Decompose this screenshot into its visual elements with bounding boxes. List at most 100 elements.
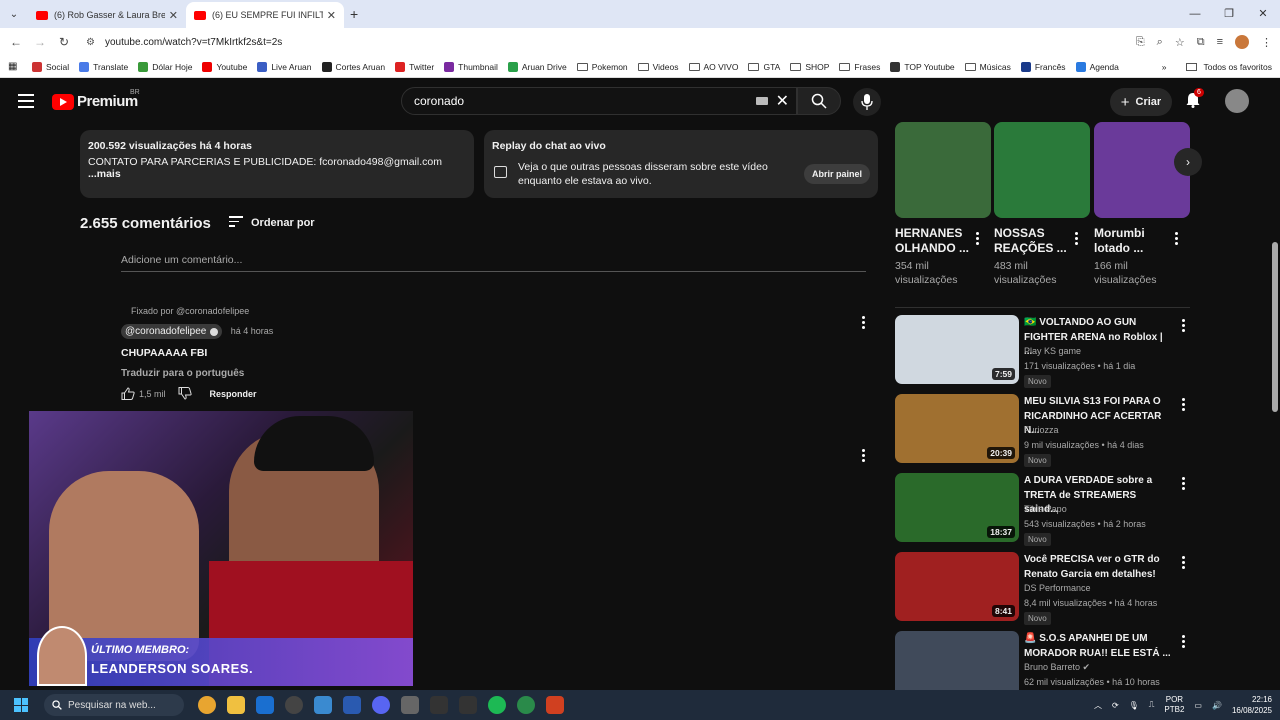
bookmark[interactable]: Cortes Aruan <box>321 61 385 72</box>
short-more-icon[interactable] <box>1175 232 1179 247</box>
short-card[interactable]: NOSSAS REAÇÕES ... 483 mil visualizações <box>994 122 1090 292</box>
close-tab-icon[interactable]: ✕ <box>169 9 178 22</box>
video-card[interactable]: 7:59 🇧🇷 VOLTANDO AO GUN FIGHTER ARENA no… <box>895 315 1195 394</box>
new-tab-icon[interactable]: + <box>350 6 358 22</box>
browser-tab[interactable]: (6) Rob Gasser & Laura Brehm - ✕ <box>28 2 186 28</box>
video-card[interactable]: 20:39 MEU SILVIA S13 FOI PARA O RICARDIN… <box>895 394 1195 473</box>
notifications-button[interactable]: 6 <box>1186 88 1204 113</box>
translate-link[interactable]: Traduzir para o português <box>121 368 881 379</box>
search-input[interactable]: coronado ✕ <box>401 87 797 115</box>
channel-name[interactable]: Bruno Barreto ✔ <box>1024 662 1090 673</box>
close-window-icon[interactable]: ✕ <box>1246 0 1280 28</box>
media-icon[interactable]: ≡ <box>1217 36 1223 48</box>
page-scrollbar[interactable] <box>1270 82 1280 690</box>
browser-tab-active[interactable]: (6) EU SEMPRE FUI INFILTRADO ✕ <box>186 2 344 28</box>
video-more-icon[interactable] <box>1182 556 1186 571</box>
short-more-icon[interactable] <box>976 232 980 247</box>
reply-button[interactable]: Responder <box>210 389 257 399</box>
more-bookmarks-icon[interactable]: » <box>1162 62 1167 72</box>
menu-icon[interactable]: ⋮ <box>1261 36 1272 49</box>
camera-icon[interactable] <box>401 696 419 714</box>
add-comment-input[interactable]: Adicione um comentário... <box>121 254 866 272</box>
bookmark-folder[interactable]: Músicas <box>964 62 1011 72</box>
volume-icon[interactable]: 🔊 <box>1212 701 1222 710</box>
comment-more-icon[interactable] <box>862 449 866 464</box>
short-card[interactable]: HERNANES OLHANDO ... 354 mil visualizaçõ… <box>895 122 991 292</box>
zoom-icon[interactable]: ⌕ <box>1157 36 1163 49</box>
video-card[interactable]: 18:37 A DURA VERDADE sobre a TRETA de ST… <box>895 473 1195 552</box>
video-more-icon[interactable] <box>1182 398 1186 413</box>
app-icon[interactable] <box>459 696 477 714</box>
bookmark[interactable]: Dólar Hoje <box>138 61 192 72</box>
video-more-icon[interactable] <box>1182 477 1186 492</box>
channel-name[interactable]: Furiozza <box>1024 425 1059 435</box>
keyboard-language[interactable]: POR PTB2 <box>1164 695 1184 715</box>
video-more-icon[interactable] <box>1182 319 1186 334</box>
extensions-icon[interactable]: ⧉ <box>1197 36 1205 49</box>
display-icon[interactable]: ▭ <box>1194 701 1202 710</box>
bookmark[interactable]: Aruan Drive <box>507 61 567 72</box>
outlook-icon[interactable] <box>256 696 274 714</box>
clock[interactable]: 22:16 16/08/2025 <box>1232 694 1272 716</box>
app-icon[interactable] <box>285 696 303 714</box>
bookmark[interactable]: Francês <box>1020 61 1066 72</box>
bookmark-folder[interactable]: SHOP <box>790 62 829 72</box>
more-link[interactable]: ...mais <box>88 168 121 180</box>
profile-avatar[interactable] <box>1235 35 1249 49</box>
short-card[interactable]: Morumbi lotado ... 166 mil visualizações <box>1094 122 1190 292</box>
windows-start-icon[interactable] <box>14 698 28 712</box>
network-icon[interactable]: ⎍ <box>1149 700 1155 710</box>
app-icon[interactable] <box>343 696 361 714</box>
taskbar-search[interactable]: Pesquisar na web... <box>44 694 184 716</box>
install-icon[interactable]: ⎘ <box>1136 36 1145 49</box>
keyboard-icon[interactable] <box>756 97 768 105</box>
url-bar[interactable]: ⚙ youtube.com/watch?v=t7MkIrtkf2s&t=2s <box>80 31 1090 53</box>
bookmark-folder[interactable]: Frases <box>839 62 880 72</box>
shorts-next-button[interactable]: › <box>1174 148 1202 176</box>
minimize-icon[interactable]: — <box>1178 0 1212 28</box>
comment-time[interactable]: há 4 horas <box>231 326 274 336</box>
all-bookmarks[interactable]: Todos os favoritos <box>1203 62 1272 72</box>
close-tab-icon[interactable]: ✕ <box>327 9 336 22</box>
clear-search-icon[interactable]: ✕ <box>776 91 789 111</box>
bookmark[interactable]: Twitter <box>395 61 434 72</box>
channel-name[interactable]: Play KS game <box>1024 346 1081 356</box>
restore-icon[interactable]: ❐ <box>1212 0 1246 28</box>
video-description[interactable]: 200.592 visualizações há 4 horas CONTATO… <box>80 130 474 198</box>
mic-tray-icon[interactable]: 🎙 <box>1129 701 1139 710</box>
chevron-up-icon[interactable]: ︿ <box>1094 700 1102 711</box>
comment-more-icon[interactable] <box>862 316 866 331</box>
bookmark[interactable]: Agenda <box>1075 61 1119 72</box>
bookmark[interactable]: Thumbnail <box>444 61 498 72</box>
channel-name[interactable]: DS Performance <box>1024 583 1091 593</box>
app-icon[interactable] <box>517 696 535 714</box>
back-icon[interactable]: ← <box>4 35 28 49</box>
bookmark-folder[interactable]: AO VIVO <box>688 62 738 72</box>
user-avatar[interactable] <box>1225 89 1249 113</box>
short-more-icon[interactable] <box>1075 232 1079 247</box>
create-button[interactable]: + Criar <box>1110 88 1172 116</box>
app-icon[interactable] <box>546 696 564 714</box>
star-icon[interactable]: ☆ <box>1175 36 1185 49</box>
video-more-icon[interactable] <box>1182 635 1186 650</box>
notepad-icon[interactable] <box>314 696 332 714</box>
like-icon[interactable] <box>121 387 135 400</box>
spotify-icon[interactable] <box>488 696 506 714</box>
scrollbar-thumb[interactable] <box>1272 242 1278 412</box>
bookmark-folder[interactable]: Videos <box>637 62 679 72</box>
bookmark[interactable]: Translate <box>79 61 128 72</box>
file-explorer-icon[interactable] <box>227 696 245 714</box>
bookmark[interactable]: Youtube <box>202 61 247 72</box>
mini-player[interactable]: ÚLTIMO MEMBRO: LEANDERSON SOARES. <box>29 411 413 686</box>
sync-icon[interactable]: ⟳ <box>1112 701 1119 710</box>
bookmark-folder[interactable]: GTA <box>748 62 780 72</box>
chrome-icon[interactable] <box>198 696 216 714</box>
voice-search-button[interactable] <box>853 88 881 116</box>
discord-icon[interactable] <box>372 696 390 714</box>
reload-icon[interactable]: ↻ <box>52 35 76 49</box>
site-info-icon[interactable]: ⚙ <box>86 37 95 48</box>
bookmark[interactable]: TOP Youtube <box>890 61 955 72</box>
youtube-premium-logo[interactable]: Premium BR <box>52 89 140 110</box>
sort-button[interactable]: Ordenar por <box>229 216 315 230</box>
apps-grid-icon[interactable]: ▦ <box>8 61 20 72</box>
